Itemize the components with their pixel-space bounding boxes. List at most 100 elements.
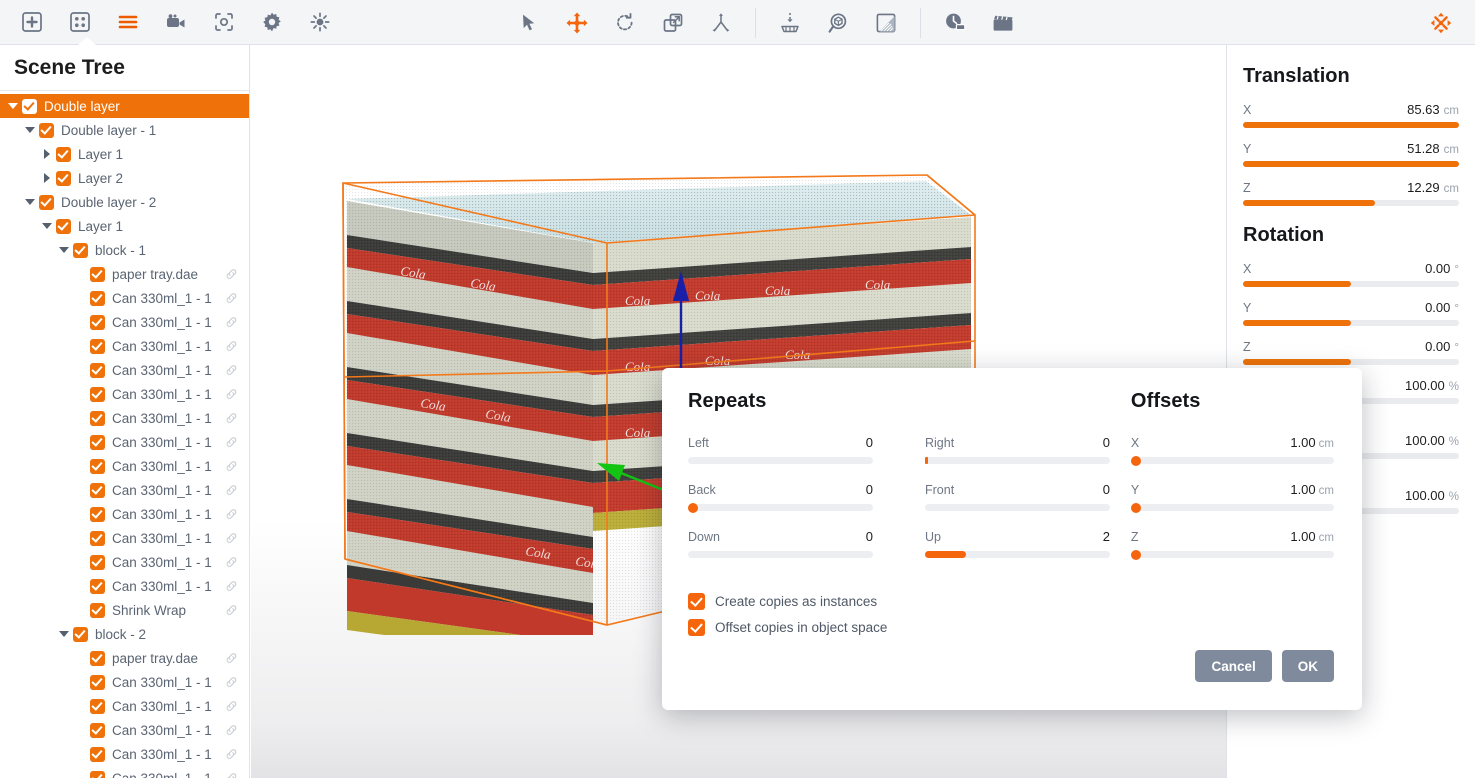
visibility-checkbox[interactable] bbox=[90, 266, 105, 282]
field-slider[interactable] bbox=[925, 504, 1110, 511]
tree-caret-open-icon[interactable] bbox=[6, 99, 20, 113]
visibility-checkbox[interactable] bbox=[90, 578, 105, 594]
tree-item[interactable]: Can 330ml_1 - 1 bbox=[0, 406, 249, 430]
link-icon[interactable] bbox=[224, 699, 239, 713]
tree-item[interactable]: block - 2 bbox=[0, 622, 249, 646]
tree-item[interactable]: Can 330ml_1 - 1 bbox=[0, 382, 249, 406]
link-icon[interactable] bbox=[224, 435, 239, 449]
visibility-checkbox[interactable] bbox=[90, 674, 105, 690]
link-icon[interactable] bbox=[224, 387, 239, 401]
visibility-checkbox[interactable] bbox=[90, 722, 105, 738]
inspect-object-icon[interactable] bbox=[820, 5, 856, 41]
link-icon[interactable] bbox=[224, 459, 239, 473]
tree-item[interactable]: Can 330ml_1 - 1 bbox=[0, 718, 249, 742]
move-icon[interactable] bbox=[559, 5, 595, 41]
field-slider[interactable] bbox=[1130, 455, 1334, 466]
tree-item[interactable]: Can 330ml_1 - 1 bbox=[0, 430, 249, 454]
property-slider[interactable] bbox=[1243, 359, 1459, 365]
tree-item[interactable]: Can 330ml_1 - 1 bbox=[0, 694, 249, 718]
visibility-checkbox[interactable] bbox=[90, 410, 105, 426]
visibility-checkbox[interactable] bbox=[90, 482, 105, 498]
visibility-checkbox[interactable] bbox=[90, 458, 105, 474]
tree-item[interactable]: Can 330ml_1 - 1 bbox=[0, 574, 249, 598]
visibility-checkbox[interactable] bbox=[90, 554, 105, 570]
tree-item[interactable]: Can 330ml_1 - 1 bbox=[0, 334, 249, 358]
tree-item[interactable]: Can 330ml_1 - 1 bbox=[0, 478, 249, 502]
tree-item[interactable]: Can 330ml_1 - 1 bbox=[0, 358, 249, 382]
link-icon[interactable] bbox=[224, 675, 239, 689]
visibility-checkbox[interactable] bbox=[73, 626, 88, 642]
history-clock-icon[interactable] bbox=[937, 5, 973, 41]
visibility-checkbox[interactable] bbox=[90, 386, 105, 402]
visibility-checkbox[interactable] bbox=[90, 746, 105, 762]
dialog-checkbox[interactable]: Offset copies in object space bbox=[688, 614, 1334, 640]
tree-item[interactable]: Can 330ml_1 - 1 bbox=[0, 766, 249, 778]
list-menu-icon[interactable] bbox=[110, 4, 146, 40]
tree-caret-open-icon[interactable] bbox=[57, 627, 71, 641]
visibility-checkbox[interactable] bbox=[90, 602, 105, 618]
property-slider[interactable] bbox=[1243, 122, 1459, 128]
link-icon[interactable] bbox=[224, 267, 239, 281]
tree-item[interactable]: Can 330ml_1 - 1 bbox=[0, 454, 249, 478]
tree-item[interactable]: Can 330ml_1 - 1 bbox=[0, 742, 249, 766]
tree-item[interactable]: Can 330ml_1 - 1 bbox=[0, 286, 249, 310]
visibility-checkbox[interactable] bbox=[39, 194, 54, 210]
tree-item[interactable]: Shrink Wrap bbox=[0, 598, 249, 622]
property-slider[interactable] bbox=[1243, 281, 1459, 287]
visibility-checkbox[interactable] bbox=[56, 218, 71, 234]
tree-caret-open-icon[interactable] bbox=[40, 219, 54, 233]
property-slider[interactable] bbox=[1243, 320, 1459, 326]
dialog-checkbox[interactable]: Create copies as instances bbox=[688, 588, 1334, 614]
tree-caret-closed-icon[interactable] bbox=[40, 171, 54, 185]
link-icon[interactable] bbox=[224, 483, 239, 497]
link-icon[interactable] bbox=[224, 411, 239, 425]
link-icon[interactable] bbox=[224, 291, 239, 305]
cancel-button[interactable]: Cancel bbox=[1195, 650, 1272, 682]
tree-caret-open-icon[interactable] bbox=[23, 123, 37, 137]
tree-item[interactable]: Can 330ml_1 - 1 bbox=[0, 550, 249, 574]
tree-item[interactable]: Can 330ml_1 - 1 bbox=[0, 670, 249, 694]
visibility-checkbox[interactable] bbox=[90, 362, 105, 378]
tree-caret-open-icon[interactable] bbox=[23, 195, 37, 209]
link-icon[interactable] bbox=[224, 507, 239, 521]
tree-item[interactable]: Can 330ml_1 - 1 bbox=[0, 526, 249, 550]
tree-item[interactable]: paper tray.dae bbox=[0, 646, 249, 670]
field-slider[interactable] bbox=[925, 457, 1110, 464]
tree-item[interactable]: Layer 2 bbox=[0, 166, 249, 190]
field-slider[interactable] bbox=[688, 502, 873, 513]
visibility-checkbox[interactable] bbox=[22, 98, 37, 114]
expand-fullscreen-icon[interactable] bbox=[1423, 5, 1459, 41]
field-slider[interactable] bbox=[1130, 502, 1334, 513]
checkbox-box[interactable] bbox=[688, 618, 705, 636]
property-slider[interactable] bbox=[1243, 161, 1459, 167]
rotate-icon[interactable] bbox=[607, 5, 643, 41]
visibility-checkbox[interactable] bbox=[90, 338, 105, 354]
visibility-checkbox[interactable] bbox=[90, 434, 105, 450]
gear-icon[interactable] bbox=[254, 4, 290, 40]
tree-item[interactable]: Can 330ml_1 - 1 bbox=[0, 502, 249, 526]
link-icon[interactable] bbox=[224, 363, 239, 377]
grid-icon[interactable] bbox=[62, 4, 98, 40]
scale-icon[interactable] bbox=[655, 5, 691, 41]
video-camera-icon[interactable] bbox=[158, 4, 194, 40]
property-slider[interactable] bbox=[1243, 200, 1459, 206]
checkbox-box[interactable] bbox=[688, 592, 705, 610]
link-icon[interactable] bbox=[224, 315, 239, 329]
tree-item[interactable]: Layer 1 bbox=[0, 142, 249, 166]
link-icon[interactable] bbox=[224, 579, 239, 593]
visibility-checkbox[interactable] bbox=[90, 698, 105, 714]
tree-item[interactable]: paper tray.dae bbox=[0, 262, 249, 286]
link-icon[interactable] bbox=[224, 339, 239, 353]
tree-item[interactable]: Can 330ml_1 - 1 bbox=[0, 310, 249, 334]
camera-focus-icon[interactable] bbox=[206, 4, 242, 40]
field-slider[interactable] bbox=[1130, 549, 1334, 560]
link-icon[interactable] bbox=[224, 603, 239, 617]
visibility-checkbox[interactable] bbox=[90, 530, 105, 546]
light-bulb-icon[interactable] bbox=[302, 4, 338, 40]
visibility-checkbox[interactable] bbox=[39, 122, 54, 138]
select-arrow-icon[interactable] bbox=[511, 5, 547, 41]
link-icon[interactable] bbox=[224, 555, 239, 569]
link-icon[interactable] bbox=[224, 771, 239, 778]
visibility-checkbox[interactable] bbox=[90, 770, 105, 778]
field-slider[interactable] bbox=[925, 551, 1110, 558]
